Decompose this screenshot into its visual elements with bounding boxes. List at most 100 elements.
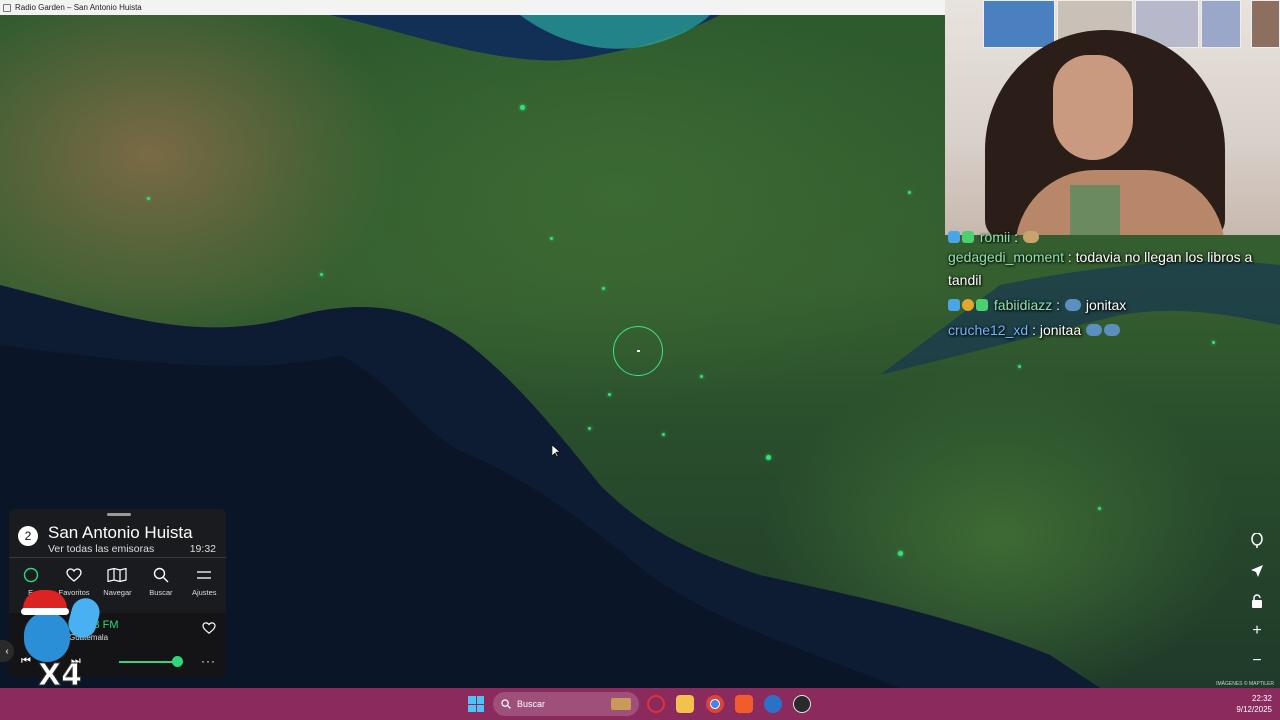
chat-separator: : — [1056, 297, 1061, 313]
heart-icon — [66, 567, 82, 583]
chat-separator: : — [1014, 230, 1019, 244]
more-options-button[interactable]: ··· — [201, 654, 216, 668]
obs-icon[interactable] — [793, 695, 811, 713]
webcam-overlay — [945, 0, 1280, 235]
heart-icon — [202, 622, 216, 634]
chat-username: gedagedi_moment — [948, 249, 1064, 265]
panel-drag-handle[interactable] — [107, 513, 131, 516]
start-button[interactable] — [468, 696, 484, 712]
menu-icon — [196, 567, 212, 583]
explore-icon — [23, 567, 39, 583]
chat-text: jonitax — [1085, 297, 1127, 313]
chat-message: cruche12_xd : jonitaa — [948, 319, 1278, 342]
window-titlebar: Radio Garden – San Antonio Huista — [0, 0, 945, 15]
local-time: 19:32 — [189, 543, 216, 555]
wall-poster — [1251, 0, 1280, 48]
santa-hat-trim — [21, 608, 69, 615]
chat-username: cruche12_xd — [948, 322, 1029, 338]
station-dot[interactable] — [700, 375, 703, 378]
streamer-face — [1053, 55, 1133, 160]
windows-logo-icon — [468, 696, 476, 704]
station-dot[interactable] — [520, 105, 525, 110]
balloon-icon — [1251, 533, 1263, 548]
subscriber-badge — [948, 231, 960, 243]
nav-search[interactable]: Buscar — [140, 567, 182, 597]
station-dot[interactable] — [588, 427, 591, 430]
plus-icon: + — [1252, 622, 1262, 639]
lock-icon — [1252, 594, 1262, 608]
emote-icon — [1064, 299, 1081, 311]
panel-divider — [9, 557, 226, 558]
file-explorer-icon[interactable] — [676, 695, 694, 713]
heart-badge — [976, 299, 988, 311]
nav-label: Buscar — [149, 588, 173, 597]
station-dot[interactable] — [608, 393, 611, 396]
taskbar-clock[interactable]: 22:32 9/12/2025 — [1236, 693, 1272, 715]
wall-poster — [983, 0, 1055, 48]
nav-label: Ajustes — [191, 588, 217, 597]
emote-icon — [1022, 231, 1039, 243]
location-arrow-icon — [1251, 565, 1263, 577]
opera-icon[interactable] — [647, 695, 665, 713]
map-controls: + − — [1244, 530, 1270, 672]
mascot-body — [24, 612, 70, 662]
chat-message: fabiidiazz : jonitax — [948, 294, 1278, 317]
ccleaner-icon[interactable] — [764, 695, 782, 713]
chat-message: gedagedi_moment : todavia no llegan los … — [948, 246, 1278, 292]
map-icon — [107, 567, 128, 583]
emote-icon — [1104, 324, 1120, 336]
minus-icon: − — [1252, 652, 1262, 669]
subscriber-badge — [948, 299, 960, 311]
station-dot[interactable] — [766, 455, 771, 460]
search-icon — [501, 699, 511, 709]
brave-icon[interactable] — [735, 695, 753, 713]
nav-settings[interactable]: Ajustes — [183, 567, 225, 597]
mascot-sticker: X4 — [18, 590, 108, 700]
station-dot[interactable] — [550, 237, 553, 240]
station-dot[interactable] — [898, 551, 903, 556]
station-dot[interactable] — [908, 191, 911, 194]
wall-poster — [1201, 0, 1241, 48]
station-count-badge: 2 — [18, 526, 38, 546]
station-dot[interactable] — [602, 287, 605, 290]
place-name: San Antonio Huista — [48, 523, 193, 542]
chat-separator: : — [1032, 322, 1036, 338]
station-dot[interactable] — [662, 433, 665, 436]
zoom-in-button[interactable]: + — [1245, 620, 1269, 642]
window-title: Radio Garden – San Antonio Huista — [15, 3, 142, 12]
chrome-icon[interactable] — [706, 695, 724, 713]
heart-badge — [962, 231, 974, 243]
volume-knob[interactable] — [172, 656, 183, 667]
station-dot[interactable] — [1018, 365, 1021, 368]
station-dot[interactable] — [1098, 507, 1101, 510]
station-dot[interactable] — [320, 273, 323, 276]
mascot-hand — [65, 595, 103, 641]
search-icon — [153, 567, 169, 583]
chat-message: romii : — [948, 230, 1278, 244]
search-highlight-icon — [611, 698, 631, 710]
chat-overlay: romii : gedagedi_moment : todavia no lle… — [948, 230, 1278, 344]
all-stations-link[interactable]: Ver todas las emisoras — [48, 543, 154, 555]
favorite-button[interactable] — [202, 621, 216, 637]
station-dot[interactable] — [147, 197, 150, 200]
clock-time: 22:32 — [1251, 694, 1272, 703]
chat-separator: : — [1067, 249, 1072, 265]
taskbar-search-placeholder: Buscar — [517, 699, 546, 709]
chevron-left-icon: ‹ — [5, 645, 9, 657]
windows-logo-icon — [476, 704, 484, 712]
chat-username: fabiidiazz — [993, 297, 1053, 313]
map-attribution: IMÁGENES © MAPTILER — [1216, 681, 1274, 687]
taskbar-search[interactable]: Buscar — [493, 692, 639, 716]
windows-logo-icon — [476, 696, 484, 704]
locate-button[interactable] — [1245, 560, 1269, 582]
globe-layer-button[interactable] — [1245, 530, 1269, 552]
app-icon — [3, 3, 11, 12]
windows-logo-icon — [468, 704, 476, 712]
chat-username: romii — [979, 230, 1011, 244]
emote-icon — [1086, 324, 1102, 336]
zoom-out-button[interactable]: − — [1245, 650, 1269, 672]
selected-location-marker[interactable] — [613, 326, 663, 376]
lock-button[interactable] — [1245, 590, 1269, 612]
clock-date: 9/12/2025 — [1236, 705, 1272, 714]
volume-slider[interactable] — [119, 661, 177, 663]
